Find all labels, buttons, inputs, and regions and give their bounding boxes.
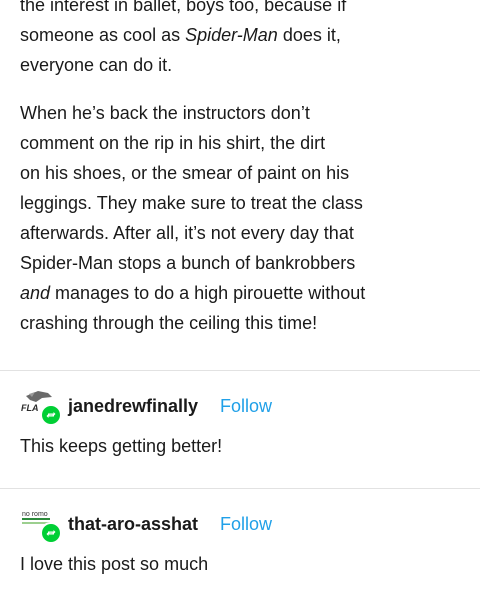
- text-run: crashing through the ceiling this time!: [20, 313, 318, 333]
- clipped-line: the interest in ballet, boys too, becaus…: [20, 0, 347, 15]
- reblog-text: I love this post so much: [20, 554, 209, 574]
- post-line: comment on the rip in his shirt, the dir…: [20, 128, 460, 158]
- text-run: does it,: [277, 25, 341, 45]
- avatar[interactable]: FLA: [20, 388, 62, 426]
- text-run: comment on the rip in his shirt, the dir…: [20, 133, 326, 153]
- post-line: afterwards. After all, it’s not every da…: [20, 218, 460, 248]
- reblog-icon: [40, 522, 62, 544]
- italic-text: and: [20, 283, 51, 303]
- divider: [0, 370, 480, 371]
- post-line: leggings. They make sure to treat the cl…: [20, 188, 460, 218]
- post-paragraph-1: someone as cool as Spider-Man does it, ev…: [20, 20, 460, 80]
- post-line: and manages to do a high pirouette witho…: [20, 278, 460, 308]
- italic-text: Spider-Man: [185, 25, 278, 45]
- text-run: When he’s back the instructors don’t: [20, 103, 310, 123]
- text-run: everyone can do it.: [20, 55, 173, 75]
- post-line: When he’s back the instructors don’t: [20, 98, 460, 128]
- divider: [0, 488, 480, 489]
- reblog-text: This keeps getting better!: [20, 436, 223, 456]
- post-line: crashing through the ceiling this time!: [20, 308, 460, 338]
- text-run: Spider-Man stops a bunch of bankrobbers: [20, 253, 356, 273]
- post-line: Spider-Man stops a bunch of bankrobbers: [20, 248, 460, 278]
- reblog-icon: [40, 404, 62, 426]
- reblog-entry-2: no romo that-aro-asshat Follow I love th…: [20, 504, 460, 578]
- text-run: on his shoes, or the smear of paint on h…: [20, 163, 350, 183]
- follow-button[interactable]: Follow: [220, 514, 272, 535]
- post-line: on his shoes, or the smear of paint on h…: [20, 158, 460, 188]
- post-body: the interest in ballet, boys too, becaus…: [0, 0, 480, 338]
- username[interactable]: that-aro-asshat: [68, 514, 198, 535]
- text-run: manages to do a high pirouette without: [50, 283, 366, 303]
- text-run: leggings. They make sure to treat the cl…: [20, 193, 363, 213]
- post-line: everyone can do it.: [20, 50, 460, 80]
- post-line: someone as cool as Spider-Man does it,: [20, 20, 460, 50]
- post-text: the interest in ballet, boys too, becaus…: [0, 0, 480, 338]
- avatar[interactable]: no romo: [20, 506, 62, 544]
- reblog-header: FLA janedrewfinally Follow: [20, 386, 460, 426]
- avatar-logo-text: no romo: [22, 511, 48, 518]
- username[interactable]: janedrewfinally: [68, 396, 198, 417]
- post-paragraph-2: When he’s back the instructors don’t comm…: [20, 98, 460, 338]
- text-run: afterwards. After all, it’s not every da…: [20, 223, 354, 243]
- text-run: someone as cool as: [20, 25, 186, 45]
- reblog-header: no romo that-aro-asshat Follow: [20, 504, 460, 544]
- follow-button[interactable]: Follow: [220, 396, 272, 417]
- reblog-entry-1: FLA janedrewfinally Follow This keeps ge…: [20, 386, 460, 460]
- avatar-logo-text: FLA: [21, 403, 39, 413]
